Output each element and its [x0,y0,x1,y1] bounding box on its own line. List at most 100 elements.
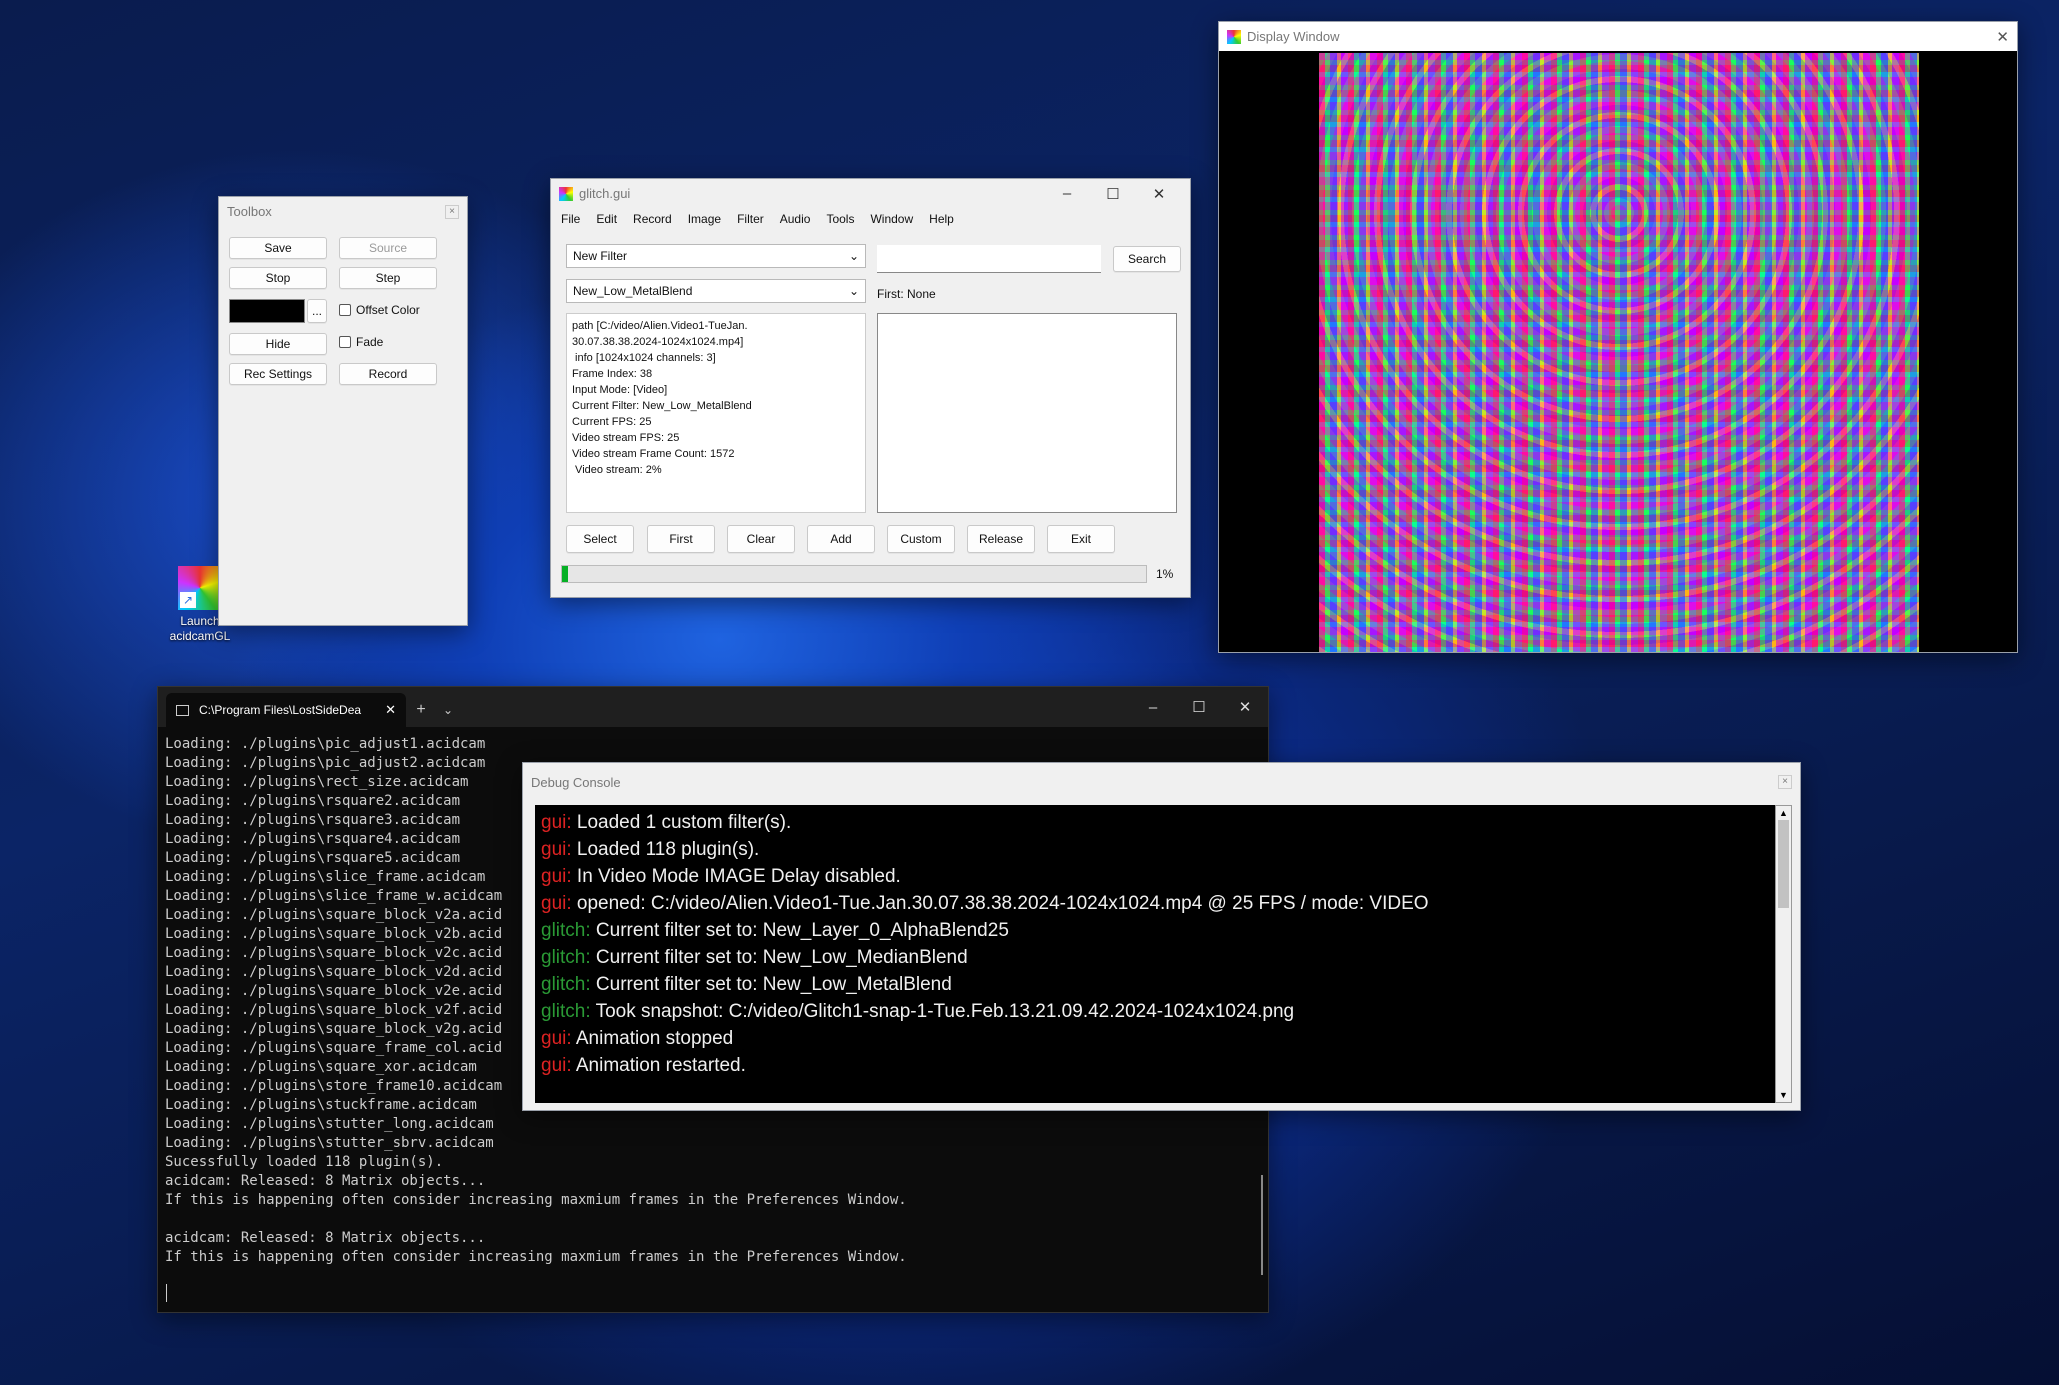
clear-button[interactable]: Clear [727,525,795,553]
log-text: Current filter set to: New_Low_MetalBlen… [590,974,952,995]
add-button[interactable]: Add [807,525,875,553]
debug-line: glitch: Current filter set to: New_Layer… [541,917,1769,944]
debug-line: gui: Loaded 118 plugin(s). [541,836,1769,863]
search-button[interactable]: Search [1113,246,1181,272]
display-titlebar[interactable]: Display Window ✕ [1219,22,2017,51]
new-tab-icon[interactable]: + [406,693,436,727]
custom-filter-list[interactable] [877,313,1177,513]
fade-checkbox[interactable]: Fade [339,335,383,349]
log-text: Current filter set to: New_Low_MedianBle… [590,947,968,968]
minimize-icon[interactable]: – [1044,185,1090,202]
filter-type-select[interactable]: New Filter ⌄ [566,244,866,268]
menu-record[interactable]: Record [633,212,672,226]
menu-file[interactable]: File [561,212,580,226]
menu-image[interactable]: Image [688,212,721,226]
checkbox-box[interactable] [339,336,351,348]
menu-audio[interactable]: Audio [780,212,811,226]
menu-tools[interactable]: Tools [826,212,854,226]
log-tag: glitch: [541,920,591,941]
close-icon[interactable]: ✕ [385,702,396,718]
log-text: Loaded 1 custom filter(s). [571,812,792,833]
acidcam-app-icon: ↗ [178,566,222,610]
checkbox-box[interactable] [339,304,351,316]
step-button[interactable]: Step [339,267,437,289]
log-text: opened: C:/video/Alien.Video1-Tue.Jan.30… [571,893,1429,914]
offset-color-checkbox[interactable]: Offset Color [339,303,420,317]
stop-button[interactable]: Stop [229,267,327,289]
record-button[interactable]: Record [339,363,437,385]
close-icon[interactable]: × [1778,775,1792,789]
debug-scrollbar[interactable]: ▲ ▼ [1775,805,1792,1103]
filter-select[interactable]: New_Low_MetalBlend ⌄ [566,279,866,303]
terminal-tab[interactable]: C:\Program Files\LostSideDea ✕ [166,693,406,727]
hide-button[interactable]: Hide [229,333,327,355]
first-button[interactable]: First [647,525,715,553]
minimize-icon[interactable]: – [1130,699,1176,716]
scroll-up-icon[interactable]: ▲ [1776,806,1791,820]
log-tag: gui: [541,1028,572,1049]
exit-button[interactable]: Exit [1047,525,1115,553]
log-tag: gui: [541,866,572,887]
info-line: info [1024x1024 channels: 3] [572,352,716,364]
log-tag: glitch: [541,947,591,968]
terminal-line: Sucessfully loaded 118 plugin(s). [165,1154,444,1170]
maximize-icon[interactable]: ☐ [1090,185,1136,203]
debug-line: gui: Animation stopped [541,1025,1769,1052]
terminal-cursor [166,1284,167,1302]
custom-button[interactable]: Custom [887,525,955,553]
progress-fill [562,566,568,582]
debug-line: gui: Animation restarted. [541,1052,1769,1079]
chevron-down-icon: ⌄ [848,249,859,263]
shortcut-arrow-icon: ↗ [180,592,196,608]
close-icon[interactable]: ✕ [1222,698,1268,716]
progress-label: 1% [1156,567,1174,581]
menu-filter[interactable]: Filter [737,212,764,226]
terminal-line: Loading: ./plugins\stutter_long.acidcam [165,1116,494,1132]
log-tag: gui: [541,1055,572,1076]
log-tag: glitch: [541,1001,591,1022]
search-input[interactable] [877,245,1101,273]
terminal-scrollbar[interactable] [1261,1175,1263,1275]
close-icon[interactable]: ✕ [1136,185,1182,203]
chevron-down-icon[interactable]: ⌄ [436,693,460,727]
info-line: Video stream: 2% [572,464,662,476]
debug-line: glitch: Took snapshot: C:/video/Glitch1-… [541,998,1769,1025]
toolbox-titlebar[interactable]: Toolbox × [219,197,467,226]
scroll-down-icon[interactable]: ▼ [1776,1088,1791,1102]
release-button[interactable]: Release [967,525,1035,553]
log-text: Animation stopped [571,1028,734,1049]
scroll-thumb[interactable] [1778,820,1789,908]
menu-edit[interactable]: Edit [596,212,617,226]
info-line: Video stream Frame Count: 1572 [572,448,735,460]
glitch-gui-window: glitch.gui – ☐ ✕ File Edit Record Image … [550,178,1191,598]
debug-line: glitch: Current filter set to: New_Low_M… [541,971,1769,998]
debug-line: gui: In Video Mode IMAGE Delay disabled. [541,863,1769,890]
toolbox-window: Toolbox × Save Source Stop Step ... Offs… [218,196,468,626]
close-icon[interactable]: × [445,204,459,219]
terminal-line: acidcam: Released: 8 Matrix objects... [165,1173,486,1189]
save-button[interactable]: Save [229,237,327,259]
close-icon[interactable]: ✕ [1996,28,2009,46]
source-button[interactable]: Source [339,237,437,259]
debug-line: gui: Loaded 1 custom filter(s). [541,809,1769,836]
menu-help[interactable]: Help [929,212,954,226]
window-title: Debug Console [531,774,621,790]
progress-bar [561,565,1147,583]
color-swatch[interactable] [229,299,305,323]
rec-settings-button[interactable]: Rec Settings [229,363,327,385]
info-line: Current Filter: New_Low_MetalBlend [572,400,752,412]
debug-line: gui: opened: C:/video/Alien.Video1-Tue.J… [541,890,1769,917]
color-picker-button[interactable]: ... [307,299,327,323]
glitch-titlebar[interactable]: glitch.gui – ☐ ✕ [551,179,1190,208]
menu-bar: File Edit Record Image Filter Audio Tool… [551,208,1190,230]
menu-window[interactable]: Window [870,212,913,226]
log-tag: gui: [541,839,572,860]
terminal-line: Loading: ./plugins\pic_adjust1.acidcam [165,736,486,752]
info-line: 30.07.38.38.2024-1024x1024.mp4] [572,336,744,348]
debug-titlebar[interactable]: Debug Console × [523,763,1800,801]
debug-log[interactable]: gui: Loaded 1 custom filter(s). gui: Load… [535,805,1775,1103]
select-button[interactable]: Select [566,525,634,553]
log-text: Took snapshot: C:/video/Glitch1-snap-1-T… [590,1001,1295,1022]
maximize-icon[interactable]: ☐ [1176,698,1222,716]
